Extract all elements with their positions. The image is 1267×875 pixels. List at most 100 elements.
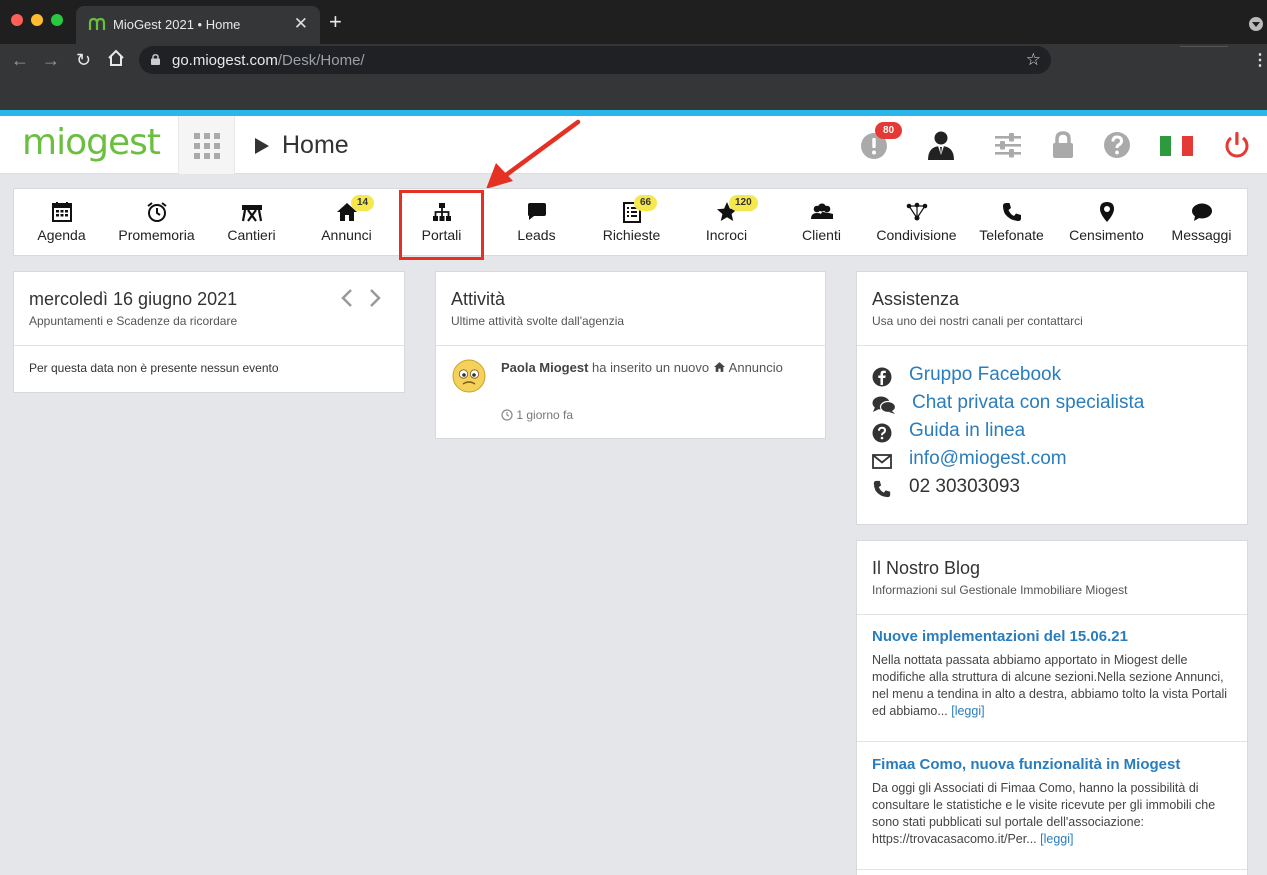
blog-title: Il Nostro Blog bbox=[872, 558, 981, 578]
module-label: Incroci bbox=[705, 227, 748, 243]
help-icon bbox=[872, 423, 892, 443]
blog-panel: Il Nostro Blog Informazioni sul Gestiona… bbox=[856, 540, 1248, 875]
home-icon bbox=[713, 362, 725, 372]
alerts-count-badge: 80 bbox=[875, 122, 902, 139]
activity-time: 1 giorno fa bbox=[501, 408, 573, 422]
url-host: go.miogest.com bbox=[172, 52, 278, 69]
activity-panel-header: Attività Ultime attività svolte dall'age… bbox=[436, 272, 825, 346]
module-richieste[interactable]: 66 Richieste bbox=[584, 189, 679, 255]
home-button[interactable] bbox=[106, 48, 126, 68]
no-events-text: Per questa data non è presente nessun ev… bbox=[29, 361, 279, 375]
module-leads[interactable]: Leads bbox=[489, 189, 584, 255]
activity-user[interactable]: Paola Miogest bbox=[501, 360, 588, 375]
avatar bbox=[452, 359, 486, 393]
reload-button[interactable]: ↻ bbox=[76, 50, 91, 71]
module-label: Clienti bbox=[802, 227, 841, 243]
activity-panel: Attività Ultime attività svolte dall'age… bbox=[435, 271, 826, 439]
module-messaggi[interactable]: Messaggi bbox=[1154, 189, 1249, 255]
blog-subtitle: Informazioni sul Gestionale Immobiliare … bbox=[872, 583, 1128, 597]
assistance-panel: Assistenza Usa uno dei nostri canali per… bbox=[856, 271, 1248, 525]
window-maximize-button[interactable] bbox=[51, 14, 63, 26]
assistance-title: Assistenza bbox=[872, 289, 960, 309]
assist-label[interactable]: Chat privata con specialista bbox=[912, 392, 1144, 414]
agent-user-icon[interactable] bbox=[927, 130, 955, 160]
browser-tab-strip: MioGest 2021 • Home ✕ + bbox=[0, 0, 1267, 44]
module-annunci[interactable]: 14 Annunci bbox=[299, 189, 394, 255]
blog-post-excerpt: Nella nottata passata abbiamo apportato … bbox=[872, 653, 1228, 718]
miogest-logo[interactable]: miogest bbox=[22, 122, 161, 163]
toolbar-divider bbox=[1180, 46, 1228, 47]
new-tab-button[interactable]: + bbox=[329, 11, 342, 33]
module-promemoria[interactable]: Promemoria bbox=[109, 189, 204, 255]
miogest-favicon-icon bbox=[88, 17, 106, 30]
read-more-link[interactable]: [leggi] bbox=[1040, 832, 1073, 846]
calendar-date: mercoledì 16 giugno 2021 bbox=[29, 289, 238, 309]
module-agenda[interactable]: Agenda bbox=[14, 189, 109, 255]
apps-menu-button[interactable] bbox=[178, 116, 235, 174]
incroci-count-badge: 120 bbox=[729, 195, 758, 211]
portali-highlight-annotation bbox=[399, 190, 484, 260]
browser-menu-icon[interactable]: ⋮ bbox=[1252, 50, 1267, 70]
module-label: Leads bbox=[517, 227, 556, 243]
module-clienti[interactable]: Clienti bbox=[774, 189, 869, 255]
users-icon bbox=[810, 203, 833, 219]
module-label: Promemoria bbox=[118, 227, 195, 243]
chat-bubble-icon bbox=[527, 203, 546, 220]
module-censimento[interactable]: Censimento bbox=[1059, 189, 1154, 255]
tab-close-icon[interactable]: ✕ bbox=[294, 14, 308, 34]
envelope-icon bbox=[872, 454, 892, 469]
activity-object[interactable]: Annuncio bbox=[729, 360, 783, 375]
blog-post-title[interactable]: Fimaa Como, nuova funzionalità in Mioges… bbox=[872, 756, 1228, 773]
module-label: Censimento bbox=[1069, 227, 1144, 243]
chevron-left-icon[interactable] bbox=[340, 288, 354, 308]
calendar-panel-header: mercoledì 16 giugno 2021 Appuntamenti e … bbox=[14, 272, 404, 346]
module-label: Agenda bbox=[37, 227, 86, 243]
address-bar[interactable]: go.miogest.com/Desk/Home/ ☆ bbox=[139, 46, 1051, 74]
activity-action: ha inserito un nuovo bbox=[592, 360, 710, 375]
blog-post-body: Da oggi gli Associati di Fimaa Como, han… bbox=[872, 780, 1228, 848]
italy-flag-icon[interactable] bbox=[1160, 136, 1193, 156]
browser-tab[interactable]: MioGest 2021 • Home ✕ bbox=[76, 6, 320, 44]
assist-label[interactable]: Guida in linea bbox=[909, 420, 1025, 442]
url-path: /Desk/Home/ bbox=[277, 52, 365, 69]
module-telefonate[interactable]: Telefonate bbox=[964, 189, 1059, 255]
phone-icon bbox=[873, 480, 891, 498]
module-incroci[interactable]: 120 Incroci bbox=[679, 189, 774, 255]
assist-label[interactable]: Gruppo Facebook bbox=[909, 364, 1061, 386]
tab-search-icon[interactable] bbox=[1249, 17, 1263, 31]
network-icon bbox=[906, 202, 927, 221]
module-toolbar: Agenda Promemoria Cantieri 14 Annunci Po… bbox=[13, 188, 1248, 256]
module-label: Condivisione bbox=[876, 227, 957, 243]
barrier-icon bbox=[241, 205, 262, 222]
app-header: miogest Home bbox=[0, 116, 1267, 174]
map-pin-icon bbox=[1099, 202, 1114, 222]
annunci-count-badge: 14 bbox=[351, 195, 375, 211]
blog-post-title[interactable]: Nuove implementazioni del 15.06.21 bbox=[872, 628, 1228, 645]
window-close-button[interactable] bbox=[11, 14, 23, 26]
module-condivisione[interactable]: Condivisione bbox=[869, 189, 964, 255]
bookmark-star-icon[interactable]: ☆ bbox=[1026, 50, 1041, 70]
clock-icon bbox=[501, 409, 513, 421]
assistance-subtitle: Usa uno dei nostri canali per contattarc… bbox=[872, 314, 1083, 328]
activity-subtitle: Ultime attività svolte dall'agenzia bbox=[451, 314, 625, 328]
module-label: Richieste bbox=[602, 227, 661, 243]
window-minimize-button[interactable] bbox=[31, 14, 43, 26]
read-more-link[interactable]: [leggi] bbox=[951, 704, 984, 718]
module-label: Telefonate bbox=[979, 227, 1044, 243]
assist-label: 02 30303093 bbox=[909, 476, 1020, 497]
blog-panel-header: Il Nostro Blog Informazioni sul Gestiona… bbox=[857, 541, 1247, 615]
annotation-arrow bbox=[486, 119, 581, 189]
url-text: go.miogest.com/Desk/Home/ bbox=[172, 52, 365, 69]
tab-title: MioGest 2021 • Home bbox=[113, 17, 241, 32]
lock-icon[interactable] bbox=[1050, 130, 1078, 160]
chevron-right-icon[interactable] bbox=[368, 288, 382, 308]
calendar-panel: mercoledì 16 giugno 2021 Appuntamenti e … bbox=[13, 271, 405, 393]
module-cantieri[interactable]: Cantieri bbox=[204, 189, 299, 255]
settings-sliders-icon[interactable] bbox=[994, 130, 1022, 160]
assist-label[interactable]: info@miogest.com bbox=[909, 448, 1067, 470]
richieste-count-badge: 66 bbox=[634, 195, 658, 211]
help-icon[interactable] bbox=[1104, 130, 1132, 160]
logout-power-icon[interactable] bbox=[1223, 130, 1251, 160]
forward-button[interactable]: → bbox=[42, 50, 60, 71]
back-button[interactable]: ← bbox=[11, 50, 29, 71]
